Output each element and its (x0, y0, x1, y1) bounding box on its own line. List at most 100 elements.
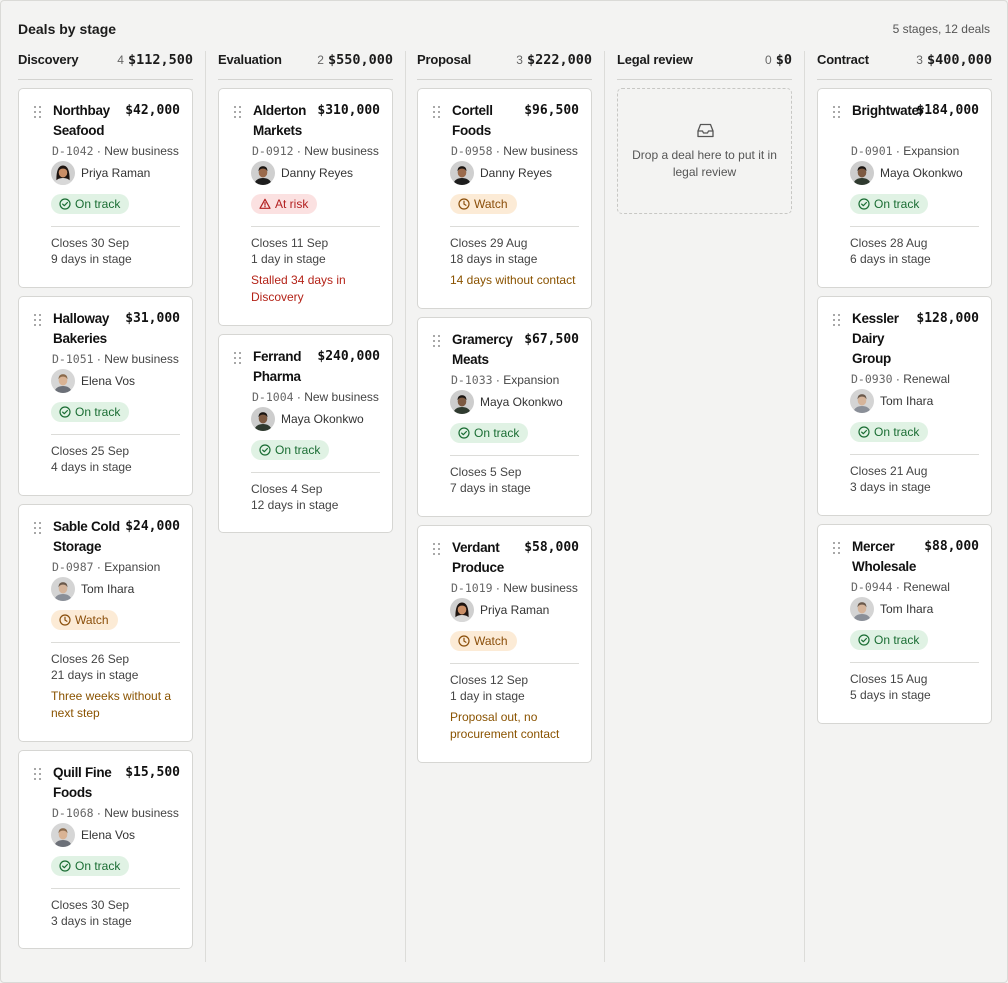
separator-dot: · (293, 390, 305, 404)
deal-id: D-0930 (851, 372, 893, 386)
deal-id-line: D-0930 · Renewal (851, 372, 950, 386)
status-label: Watch (474, 197, 508, 211)
column-total-value: $550,000 (327, 52, 393, 68)
deal-card[interactable]: Sable Cold Storage $24,000 D-0987 · Expans… (18, 504, 193, 742)
deal-name[interactable]: Alderton Markets (253, 101, 325, 141)
deal-owner[interactable]: Maya Okonkwo (251, 407, 386, 433)
deal-name[interactable]: Ferrand Pharma (253, 347, 325, 387)
deal-type: New business (104, 806, 179, 820)
owner-name: Tom Ihara (880, 602, 934, 616)
deal-owner[interactable]: Priya Raman (450, 598, 585, 624)
close-date: Closes 29 Aug (450, 236, 528, 250)
deal-owner[interactable]: Tom Ihara (51, 577, 186, 603)
separator-dot: · (492, 373, 504, 387)
card-divider (51, 888, 180, 889)
deal-card[interactable]: Northbay Seafood $42,000 D-1042 · New busi… (18, 88, 193, 288)
deal-warning: Stalled 34 days in Discovery (251, 273, 346, 304)
check-circle-icon (458, 427, 470, 439)
status-label: At risk (275, 197, 309, 211)
deal-card[interactable]: Cortell Foods $96,500 D-0958 · New busines… (417, 88, 592, 309)
deal-owner[interactable]: Elena Vos (51, 823, 186, 849)
column-total-value: $222,000 (526, 52, 592, 68)
deal-card[interactable]: Brightwater Grocers$184,000D-0901 · Expa… (817, 88, 992, 288)
column-divider (405, 51, 406, 962)
owner-name: Tom Ihara (81, 582, 135, 596)
drop-zone[interactable]: Drop a deal here to put it in legal revi… (617, 88, 792, 214)
deal-amount: $58,000 (524, 540, 579, 555)
separator-dot: · (293, 144, 305, 158)
status-badge: Watch (450, 631, 517, 651)
drag-handle-icon[interactable] (433, 543, 441, 555)
owner-name: Maya Okonkwo (281, 412, 364, 426)
deal-card[interactable]: Alderton Markets $310,000 D-0912 · New bus… (218, 88, 393, 326)
check-circle-icon (59, 198, 71, 210)
deal-type: Expansion (503, 373, 560, 387)
deal-id-line: D-0958 · New business (451, 144, 578, 158)
column-meta: 3 $222,000 (516, 52, 592, 68)
deal-name[interactable]: Kessler Dairy Group (852, 309, 924, 369)
deal-owner[interactable]: Tom Ihara (850, 389, 985, 415)
deal-name[interactable]: Cortell Foods (452, 101, 524, 141)
clock-icon (458, 198, 470, 210)
days-in-stage: 3 days in stage (51, 914, 132, 928)
card-divider (251, 226, 380, 227)
drag-handle-icon[interactable] (234, 106, 242, 118)
drag-handle-icon[interactable] (234, 352, 242, 364)
drag-handle-icon[interactable] (34, 106, 42, 118)
days-in-stage: 3 days in stage (850, 480, 931, 494)
stage-column-contract: Contract3$400,000Brightwater Grocers$184… (817, 51, 992, 962)
deal-card[interactable]: Halloway Bakeries $31,000 D-1051 · New bus… (18, 296, 193, 496)
deal-owner[interactable]: Elena Vos (51, 369, 186, 395)
person-avatar-icon (51, 369, 75, 393)
drag-handle-icon[interactable] (34, 522, 42, 534)
deal-amount: $67,500 (524, 332, 579, 347)
deal-owner[interactable]: Maya Okonkwo (450, 390, 585, 416)
status-badge: On track (850, 194, 929, 214)
deal-card[interactable]: Ferrand Pharma $240,000 D-1004 · New busin… (218, 334, 393, 533)
deal-owner[interactable]: Priya Raman (51, 161, 186, 187)
deal-name[interactable]: Mercer Wholesale (852, 537, 924, 577)
close-date: Closes 11 Sep (251, 236, 329, 250)
drag-handle-icon[interactable] (34, 314, 42, 326)
deal-name[interactable]: Quill Fine Foods (53, 763, 125, 803)
deal-amount: $310,000 (317, 103, 380, 118)
deal-name[interactable]: Sable Cold Storage (53, 517, 125, 557)
drag-handle-icon[interactable] (833, 542, 841, 554)
deal-card[interactable]: Kessler Dairy Group $128,000 D-0930 · Rene… (817, 296, 992, 516)
deal-card[interactable]: Mercer Wholesale $88,000 D-0944 · Renewal T… (817, 524, 992, 724)
stage-column-legal-review: Legal review 0 $0 Drop a deal here to put i… (617, 51, 792, 962)
deal-name[interactable]: Northbay Seafood (53, 101, 125, 141)
deal-owner[interactable]: Danny Reyes (251, 161, 386, 187)
deal-name[interactable]: Verdant Produce (452, 538, 524, 578)
check-circle-icon (858, 426, 870, 438)
separator-dot: · (93, 560, 105, 574)
drag-handle-icon[interactable] (34, 768, 42, 780)
card-divider (51, 226, 180, 227)
drag-handle-icon[interactable] (833, 314, 841, 326)
drag-handle-icon[interactable] (433, 106, 441, 118)
deal-name[interactable]: Halloway Bakeries (53, 309, 125, 349)
drag-handle-icon[interactable] (433, 335, 441, 347)
status-badge: At risk (251, 194, 318, 214)
column-divider (804, 51, 805, 962)
owner-name: Maya Okonkwo (880, 166, 963, 180)
status-badge: On track (450, 423, 529, 443)
board-header: Deals by stage 5 stages, 12 deals (18, 20, 990, 38)
card-divider (450, 226, 579, 227)
deal-name[interactable]: Gramercy Meats (452, 330, 524, 370)
days-in-stage: 9 days in stage (51, 252, 132, 266)
deal-amount: $24,000 (125, 519, 180, 534)
deal-card[interactable]: Gramercy Meats $67,500 D-1033 · Expansion M… (417, 317, 592, 517)
card-divider (850, 662, 979, 663)
drag-handle-icon[interactable] (833, 106, 841, 118)
deal-owner[interactable]: Danny Reyes (450, 161, 585, 187)
deal-owner[interactable]: Tom Ihara (850, 597, 985, 623)
deal-owner[interactable]: Maya Okonkwo (850, 161, 985, 187)
owner-name: Elena Vos (81, 374, 136, 388)
close-date: Closes 12 Sep (450, 673, 529, 687)
deal-card[interactable]: Verdant Produce $58,000 D-1019 · New busin… (417, 525, 592, 763)
deal-card[interactable]: Quill Fine Foods $15,500 D-1068 · New busi… (18, 750, 193, 949)
status-badge: Watch (450, 194, 517, 214)
days-in-stage: 21 days in stage (51, 668, 139, 682)
column-divider (205, 51, 206, 962)
